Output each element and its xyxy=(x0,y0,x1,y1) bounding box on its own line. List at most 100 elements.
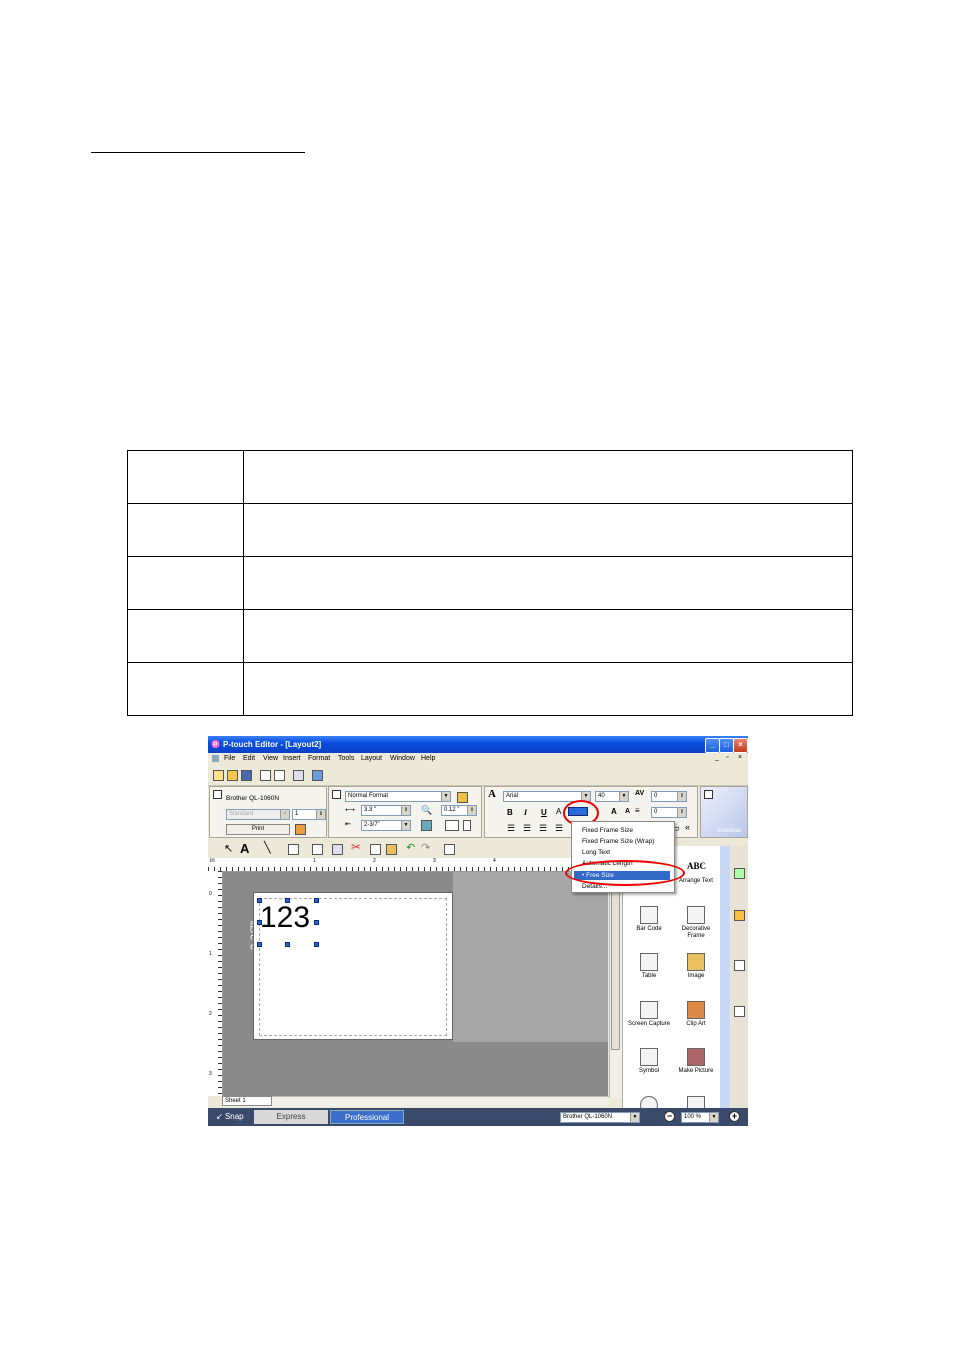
vertical-scrollbar[interactable] xyxy=(609,858,622,1098)
length-select[interactable]: 2-3/7" ▼ xyxy=(361,820,411,831)
italic-button[interactable]: I xyxy=(524,808,527,817)
text-object[interactable]: 123 xyxy=(260,901,310,935)
resize-handle[interactable] xyxy=(314,942,319,947)
tape-icon[interactable] xyxy=(457,792,468,803)
resize-handle[interactable] xyxy=(285,942,290,947)
paste-icon[interactable] xyxy=(386,844,397,855)
text-tool-icon[interactable]: A xyxy=(240,841,249,856)
close-icon[interactable]: × xyxy=(733,738,748,753)
rotate-icon[interactable] xyxy=(421,820,432,831)
print-tool-icon[interactable] xyxy=(332,844,343,855)
minimize-icon[interactable]: _ xyxy=(705,738,720,753)
label-page[interactable]: 123 xyxy=(253,892,453,1040)
redo-icon[interactable]: ↷ xyxy=(421,841,430,854)
collapse-panel-icon[interactable]: « xyxy=(685,822,690,832)
resize-handle[interactable] xyxy=(285,898,290,903)
resize-handle[interactable] xyxy=(257,942,262,947)
horizontal-scrollbar[interactable] xyxy=(223,1096,609,1107)
menu-layout[interactable]: Layout xyxy=(361,755,382,762)
update-icon[interactable] xyxy=(312,770,323,781)
width-stepper[interactable]: 3.3 " ⇕ xyxy=(361,805,411,816)
menu-item-long-text[interactable]: Long Text xyxy=(582,849,610,856)
side-tab-object-icon[interactable] xyxy=(734,910,745,921)
side-tab-pages-icon[interactable] xyxy=(734,960,745,971)
text-effect-icon[interactable]: A xyxy=(556,807,561,816)
copies-stepper[interactable]: 1 ⇕ xyxy=(292,809,326,820)
bar-code-button[interactable]: Bar Code xyxy=(626,906,672,933)
table-tool-icon[interactable] xyxy=(312,844,323,855)
orientation-vertical-icon[interactable] xyxy=(463,820,471,831)
symbol-button[interactable]: Symbol xyxy=(626,1048,672,1075)
resize-handle[interactable] xyxy=(257,920,262,925)
align-center-icon[interactable]: ☰ xyxy=(523,823,531,834)
align-justify-icon[interactable]: ☰ xyxy=(555,823,563,834)
orientation-icon[interactable] xyxy=(445,820,459,831)
menu-window[interactable]: Window xyxy=(390,755,415,762)
properties-icon[interactable] xyxy=(444,844,455,855)
sheet-tab[interactable]: Sheet 1 xyxy=(222,1096,272,1106)
resize-handle[interactable] xyxy=(314,898,319,903)
menu-tools[interactable]: Tools xyxy=(338,755,354,762)
doc-icon[interactable] xyxy=(211,754,220,763)
char-spacing-stepper[interactable]: 0 ⇕ xyxy=(651,791,687,802)
database-icon[interactable] xyxy=(293,770,304,781)
menu-edit[interactable]: Edit xyxy=(243,755,255,762)
copy-icon[interactable] xyxy=(370,844,381,855)
resize-handle[interactable] xyxy=(257,898,262,903)
express-mode-tab[interactable]: Express xyxy=(254,1110,328,1124)
print-preview-icon[interactable] xyxy=(274,770,285,781)
quality-select[interactable]: Standard ▼ xyxy=(226,809,290,820)
print-icon[interactable] xyxy=(260,770,271,781)
shrink-font-icon[interactable]: A xyxy=(625,808,630,815)
line-spacing-icon: ≡ xyxy=(635,806,640,815)
screen-capture-button[interactable]: Screen Capture xyxy=(626,1001,672,1028)
margin-stepper[interactable]: 0.12 " ⇕ xyxy=(441,805,477,816)
zoom-select[interactable]: 100 % ▼ xyxy=(681,1112,719,1123)
size-select[interactable]: 40 ▼ xyxy=(595,791,629,802)
decorative-frame-button[interactable]: Decorative Frame xyxy=(673,906,719,940)
line-spacing-stepper[interactable]: 0 ⇕ xyxy=(651,807,687,818)
mdi-minimize-icon[interactable]: _ xyxy=(715,754,719,761)
clip-art-button[interactable]: Clip Art xyxy=(673,1001,719,1028)
grow-font-icon[interactable]: A xyxy=(611,807,617,816)
maximize-icon[interactable]: □ xyxy=(719,738,734,753)
menu-item-fixed-frame-size[interactable]: Fixed Frame Size xyxy=(582,827,633,834)
menu-file[interactable]: File xyxy=(224,755,235,762)
scroll-thumb[interactable] xyxy=(611,870,620,1050)
align-right-icon[interactable]: ☰ xyxy=(539,823,547,834)
open-folder-icon[interactable] xyxy=(227,770,238,781)
side-tab-add-icon[interactable] xyxy=(734,868,745,879)
printer-select[interactable]: Brother QL-1060N ▼ xyxy=(560,1112,640,1123)
zoom-in-icon[interactable]: + xyxy=(729,1111,740,1122)
align-left-icon[interactable]: ☰ xyxy=(507,823,515,834)
menu-format[interactable]: Format xyxy=(308,755,330,762)
make-picture-button[interactable]: Make Picture xyxy=(673,1048,719,1075)
shape-tool-icon[interactable] xyxy=(288,844,299,855)
menu-view[interactable]: View xyxy=(263,755,278,762)
zoom-out-icon[interactable]: − xyxy=(664,1111,675,1122)
format-select[interactable]: Normal Format ▼ xyxy=(345,791,451,802)
menu-item-fixed-frame-wrap[interactable]: Fixed Frame Size (Wrap) xyxy=(582,838,654,845)
resize-handle[interactable] xyxy=(314,920,319,925)
menu-insert[interactable]: Insert xyxy=(283,755,301,762)
side-scrollbar[interactable] xyxy=(720,846,730,1108)
new-wizard-icon[interactable] xyxy=(213,770,224,781)
mdi-restore-icon[interactable]: ▫ xyxy=(726,754,728,761)
layout-canvas[interactable]: 2-3/7" 123 xyxy=(223,872,608,1096)
undo-icon[interactable]: ↶ xyxy=(406,841,415,854)
mdi-close-icon[interactable]: × xyxy=(738,754,742,761)
underline-button[interactable]: U xyxy=(541,808,547,817)
snap-mode-button[interactable]: ↙ Snap xyxy=(208,1110,252,1124)
select-arrow-icon[interactable]: ↖ xyxy=(224,842,233,855)
cut-icon[interactable]: ✂ xyxy=(351,840,361,854)
print-options-icon[interactable] xyxy=(295,824,306,835)
professional-mode-tab[interactable]: Professional xyxy=(330,1110,404,1124)
side-tab-properties-icon[interactable] xyxy=(734,1006,745,1017)
save-icon[interactable] xyxy=(241,770,252,781)
print-button[interactable]: Print xyxy=(226,824,290,835)
table-button[interactable]: Table xyxy=(626,953,672,980)
bold-button[interactable]: B xyxy=(507,808,513,817)
line-tool-icon[interactable]: ╲ xyxy=(264,841,271,854)
image-button[interactable]: Image xyxy=(673,953,719,980)
menu-help[interactable]: Help xyxy=(421,755,435,762)
